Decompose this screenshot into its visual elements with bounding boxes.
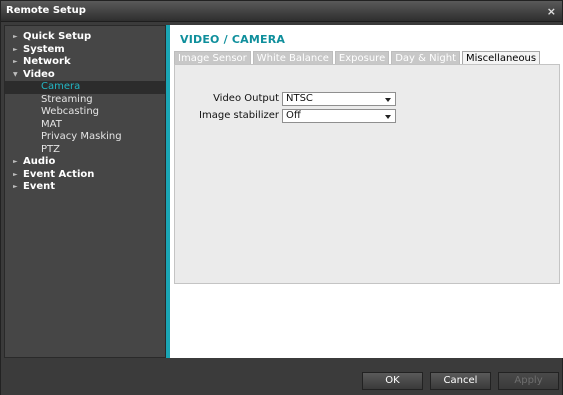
- image-stabilizer-value: Off: [286, 110, 301, 121]
- close-icon[interactable]: ×: [547, 5, 556, 18]
- chevron-down-icon: [385, 98, 391, 102]
- sidebar-item-streaming[interactable]: Streaming: [5, 94, 165, 107]
- chevron-down-icon: [385, 115, 391, 119]
- sidebar-item-mat[interactable]: MAT: [5, 119, 165, 132]
- sidebar-item-label: Event: [23, 181, 56, 192]
- page-title: VIDEO / CAMERA: [180, 33, 286, 46]
- sidebar-item-video[interactable]: ▼ Video: [5, 69, 165, 82]
- triangle-right-icon: ►: [13, 45, 18, 53]
- sidebar-item-event[interactable]: ► Event: [5, 181, 165, 194]
- triangle-right-icon: ►: [13, 33, 18, 40]
- triangle-right-icon: ►: [13, 170, 18, 178]
- sidebar-item-system[interactable]: ► System: [5, 44, 165, 57]
- title-bar[interactable]: Remote Setup ×: [1, 1, 562, 22]
- tab-image-sensor[interactable]: Image Sensor: [174, 51, 251, 65]
- sidebar-item-label: PTZ: [41, 143, 60, 155]
- tab-panel-miscellaneous: Video Output NTSC Image stabilizer Off: [174, 64, 560, 284]
- sidebar: ► Quick Setup ► System ► Network ▼ Video Camera S…: [4, 25, 166, 358]
- sidebar-item-privacy-masking[interactable]: Privacy Masking: [5, 131, 165, 144]
- image-stabilizer-row: Image stabilizer Off: [175, 109, 561, 123]
- sidebar-item-label: Audio: [23, 156, 56, 167]
- triangle-down-icon: ▼: [13, 70, 18, 78]
- triangle-right-icon: ►: [13, 58, 18, 65]
- sidebar-item-webcasting[interactable]: Webcasting: [5, 106, 165, 119]
- sidebar-item-audio[interactable]: ► Audio: [5, 156, 165, 169]
- nav-tree: ► Quick Setup ► System ► Network ▼ Video Camera S…: [5, 26, 165, 194]
- sidebar-item-label: System: [23, 43, 65, 55]
- ok-button[interactable]: OK: [362, 372, 423, 390]
- sidebar-item-label: Privacy Masking: [41, 131, 122, 142]
- video-output-select[interactable]: NTSC: [282, 92, 396, 106]
- video-output-label: Video Output: [213, 93, 279, 104]
- sidebar-item-network[interactable]: ► Network: [5, 56, 165, 69]
- image-stabilizer-label: Image stabilizer: [199, 110, 279, 121]
- sidebar-item-ptz[interactable]: PTZ: [5, 144, 165, 157]
- image-stabilizer-select[interactable]: Off: [282, 109, 396, 123]
- remote-setup-window: Remote Setup × ► Quick Setup ► System ► Netwo…: [0, 0, 563, 395]
- footer-bar: OK Cancel Apply: [1, 359, 562, 395]
- sidebar-item-label: Network: [23, 56, 71, 67]
- tab-day-night[interactable]: Day & Night: [391, 51, 460, 65]
- tab-exposure[interactable]: Exposure: [334, 51, 390, 65]
- sidebar-item-label: Video: [23, 68, 55, 80]
- video-output-value: NTSC: [286, 93, 313, 104]
- sidebar-item-camera[interactable]: Camera: [5, 81, 165, 94]
- sidebar-item-event-action[interactable]: ► Event Action: [5, 169, 165, 182]
- cancel-button[interactable]: Cancel: [430, 372, 491, 390]
- apply-button[interactable]: Apply: [498, 372, 559, 390]
- triangle-right-icon: ►: [13, 183, 18, 190]
- video-output-row: Video Output NTSC: [175, 92, 561, 106]
- triangle-right-icon: ►: [13, 158, 18, 165]
- sidebar-item-label: MAT: [41, 118, 62, 130]
- sidebar-item-label: Event Action: [23, 168, 95, 180]
- sidebar-item-label: Webcasting: [41, 106, 100, 117]
- tab-white-balance[interactable]: White Balance: [252, 51, 333, 65]
- sidebar-item-quick-setup[interactable]: ► Quick Setup: [5, 31, 165, 44]
- content-area: VIDEO / CAMERA Image Sensor White Balance…: [170, 25, 563, 358]
- sidebar-item-label: Streaming: [41, 93, 93, 105]
- tab-strip: Image Sensor White Balance Exposure Day & N…: [174, 51, 542, 66]
- window-title: Remote Setup: [6, 5, 86, 16]
- sidebar-item-label: Quick Setup: [23, 31, 92, 42]
- sidebar-item-label: Camera: [41, 81, 81, 92]
